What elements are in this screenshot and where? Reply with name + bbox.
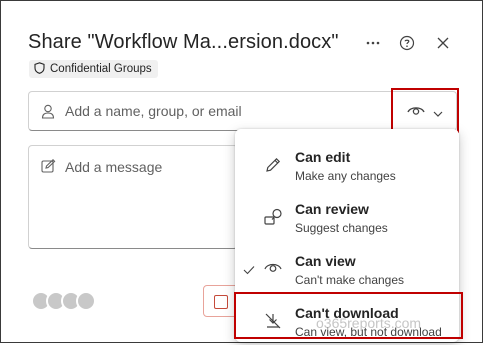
- menu-item-description: Can't make changes: [295, 273, 405, 287]
- eye-icon: [407, 103, 425, 121]
- shield-icon: [34, 61, 45, 77]
- more-options-icon[interactable]: [363, 33, 383, 53]
- dialog-title: Share "Workflow Ma...ersion.docx": [28, 31, 339, 53]
- pencil-icon: [264, 156, 282, 179]
- close-icon[interactable]: [433, 33, 453, 53]
- chevron-down-icon: [433, 105, 443, 123]
- menu-item-description: Suggest changes: [295, 221, 388, 235]
- menu-item-description: Make any changes: [295, 169, 396, 183]
- menu-item-label: Can review: [295, 201, 369, 217]
- recipients-placeholder: Add a name, group, or email: [65, 103, 242, 119]
- watermark: o365reports.com: [316, 315, 422, 331]
- sensitivity-badge[interactable]: Confidential Groups: [29, 60, 158, 78]
- link-icon: [214, 295, 228, 309]
- compose-icon: [41, 159, 56, 178]
- sensitivity-label: Confidential Groups: [50, 63, 152, 75]
- review-icon: [264, 208, 284, 231]
- message-placeholder: Add a message: [65, 159, 163, 175]
- share-dialog: Share "Workflow Ma...ersion.docx" Confid…: [0, 0, 483, 343]
- help-icon[interactable]: [397, 33, 417, 53]
- eye-icon: [264, 260, 282, 279]
- menu-item-label: Can edit: [295, 149, 351, 165]
- avatar: [76, 291, 96, 311]
- message-input[interactable]: Add a message: [28, 145, 238, 249]
- menu-item-can-review[interactable]: Can review Suggest changes: [235, 189, 459, 241]
- menu-item-can-edit[interactable]: Can edit Make any changes: [235, 137, 459, 189]
- menu-item-can-view[interactable]: Can view Can't make changes: [235, 241, 459, 293]
- checkmark-icon: [243, 262, 255, 280]
- shared-with-avatars[interactable]: [31, 291, 101, 313]
- menu-item-label: Can view: [295, 253, 356, 269]
- person-icon: [41, 104, 55, 124]
- permission-dropdown-button[interactable]: [391, 88, 459, 133]
